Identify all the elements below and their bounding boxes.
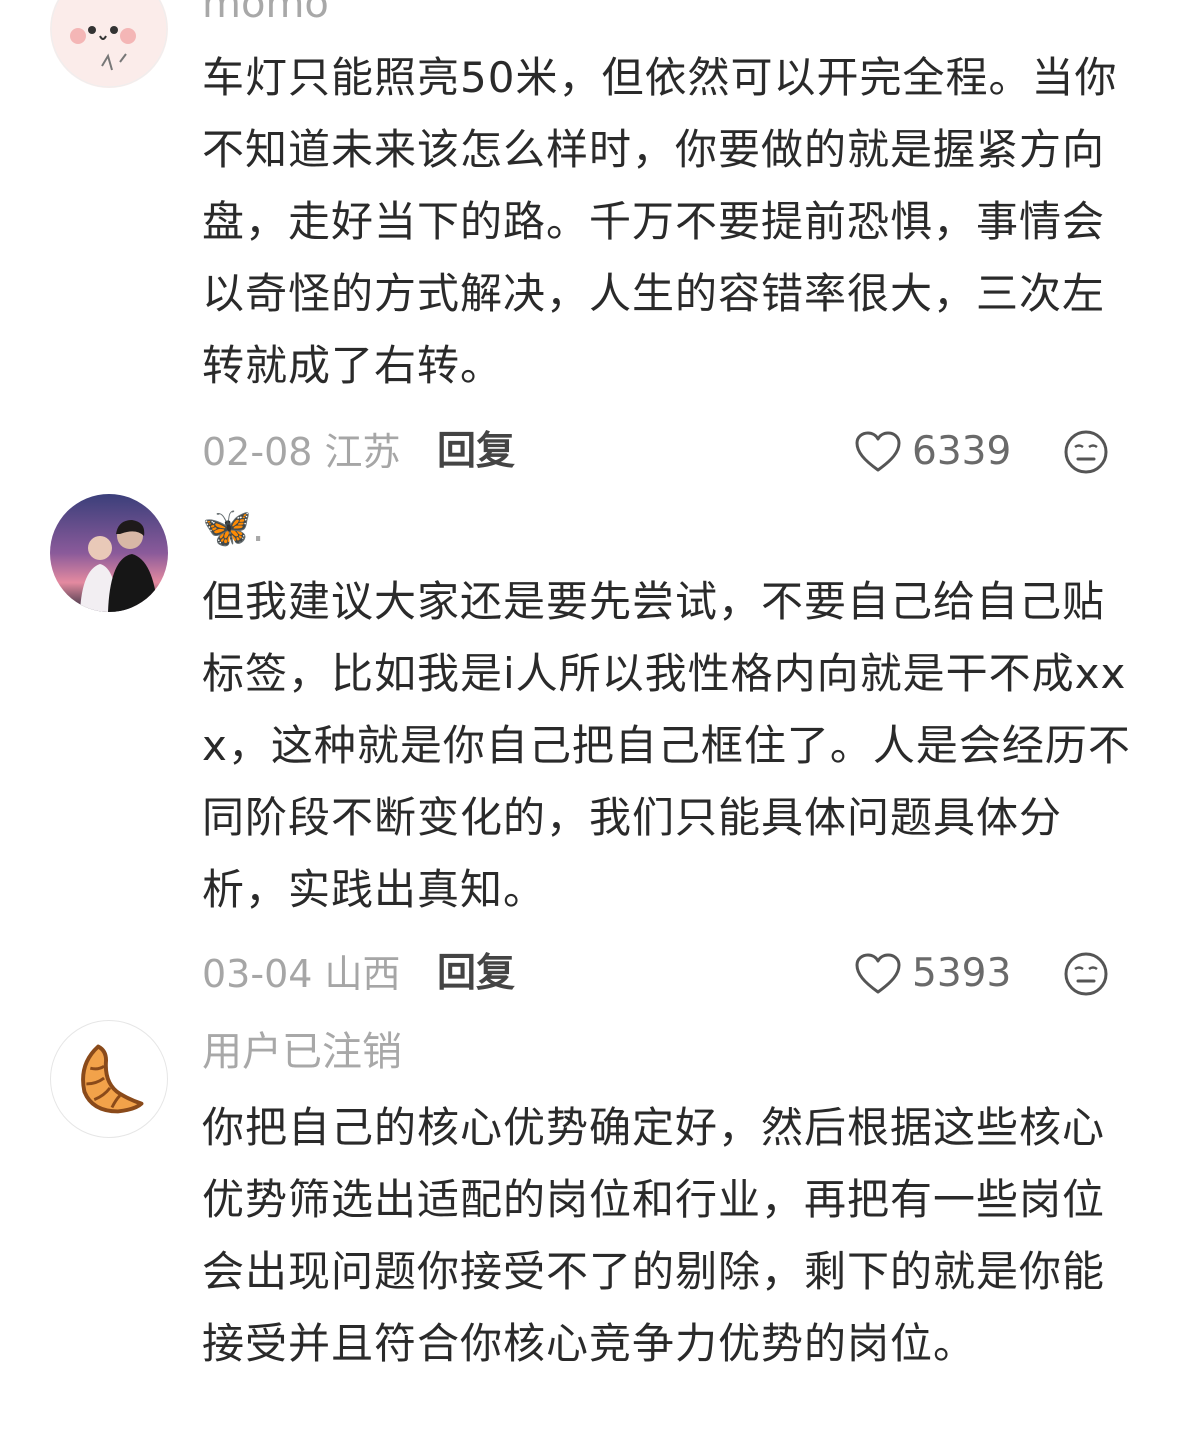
reply-button[interactable]: 回复 [437, 424, 515, 480]
comment-text: 车灯只能照亮50米，但依然可以开完全程。当你不知道未来该怎么样时，你要做的就是握… [202, 53, 1118, 390]
reply-button[interactable]: 回复 [437, 946, 515, 1002]
comment-text: 你把自己的核心优势确定好，然后根据这些核心优势筛选出适配的岗位和行业，再把有一些… [202, 1103, 1106, 1368]
neutral-face-icon[interactable] [1062, 428, 1110, 476]
heart-outline-icon [855, 953, 901, 994]
couple-photo-avatar [50, 494, 168, 612]
heart-outline-icon [855, 431, 901, 472]
comment-meta: 02-08 江苏 回复 6339 [202, 424, 1112, 480]
comment-meta: 03-04 山西 回复 5393 [202, 946, 1112, 1002]
comment-author[interactable]: momo [202, 0, 329, 30]
like-button[interactable]: 6339 [854, 424, 1011, 480]
bunny-face-icon [50, 0, 168, 88]
comment-date-location: 03-04 山西 [202, 952, 401, 996]
like-count: 5393 [912, 951, 1012, 996]
neutral-face-icon[interactable] [1062, 950, 1110, 998]
comment-date-location: 02-08 江苏 [202, 430, 401, 474]
avatar[interactable] [50, 0, 168, 88]
like-count: 6339 [912, 429, 1012, 474]
avatar[interactable] [50, 1020, 168, 1138]
comment-author[interactable]: 🦋. [202, 502, 265, 554]
avatar[interactable] [50, 494, 168, 612]
comment-author[interactable]: 用户已注销 [202, 1026, 402, 1078]
croissant-icon [81, 1044, 144, 1114]
like-button[interactable]: 5393 [854, 946, 1011, 1002]
comment-text: 但我建议大家还是要先尝试，不要自己给自己贴标签，比如我是i人所以我性格内向就是干… [202, 577, 1131, 914]
